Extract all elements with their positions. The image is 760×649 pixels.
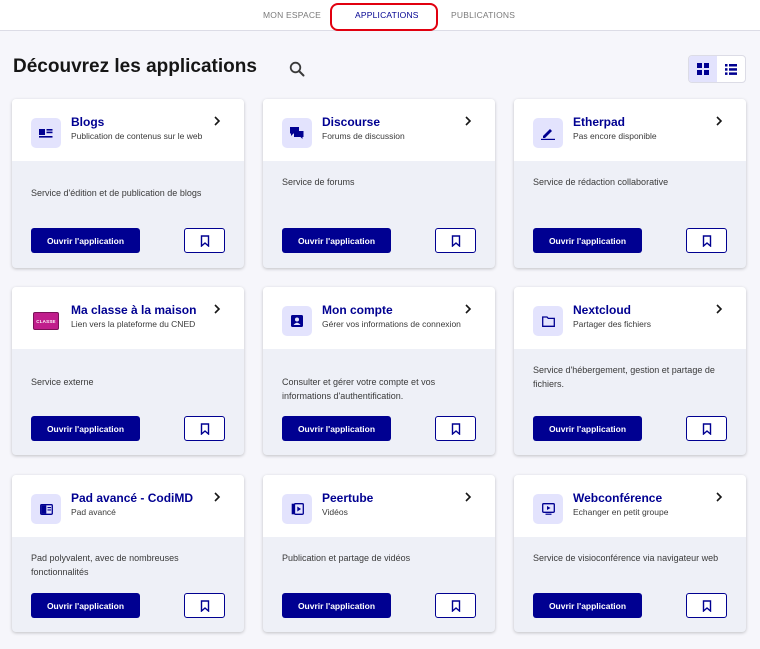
app-description: Consulter et gérer votre compte et vos i… xyxy=(282,377,436,401)
app-subtitle: Gérer vos informations de connexion xyxy=(322,319,461,329)
highlight-annotation xyxy=(330,3,438,31)
app-description: Service d'édition et de publication de b… xyxy=(31,188,202,198)
app-card: Etherpad Pas encore disponible Service d… xyxy=(514,99,746,268)
bookmark-icon xyxy=(200,422,209,435)
bookmark-icon xyxy=(200,599,209,612)
app-card: Webconférence Echanger en petit groupe S… xyxy=(514,475,746,632)
blog-icon xyxy=(31,118,61,148)
chevron-right-icon[interactable] xyxy=(463,115,473,127)
page-title: Découvrez les applications xyxy=(13,56,257,77)
bookmark-button[interactable] xyxy=(686,593,727,618)
list-icon xyxy=(725,63,737,75)
open-application-button[interactable]: Ouvrir l'application xyxy=(533,416,642,441)
app-card: Discourse Forums de discussion Service d… xyxy=(263,99,495,268)
search-icon[interactable] xyxy=(289,61,305,77)
chevron-right-icon[interactable] xyxy=(714,115,724,127)
app-title[interactable]: Mon compte xyxy=(322,303,393,317)
app-subtitle: Lien vers la plateforme du CNED xyxy=(71,319,196,329)
ma-classe-logo-icon: CLASSE xyxy=(31,306,61,336)
app-description: Service d'hébergement, gestion et partag… xyxy=(533,365,715,389)
app-title[interactable]: Nextcloud xyxy=(573,303,631,317)
bookmark-button[interactable] xyxy=(184,593,225,618)
app-card: Mon compte Gérer vos informations de con… xyxy=(263,287,495,455)
bookmark-icon xyxy=(702,234,711,247)
top-navigation: MON ESPACE APPLICATIONS PUBLICATIONS xyxy=(0,0,760,31)
bookmark-icon xyxy=(451,422,460,435)
bookmark-icon xyxy=(200,234,209,247)
bookmark-icon xyxy=(702,599,711,612)
app-subtitle: Partager des fichiers xyxy=(573,319,651,329)
app-card: Nextcloud Partager des fichiers Service … xyxy=(514,287,746,455)
bookmark-icon xyxy=(451,599,460,612)
edit-icon xyxy=(533,118,563,148)
app-title[interactable]: Peertube xyxy=(322,491,373,505)
app-title[interactable]: Etherpad xyxy=(573,115,625,129)
bookmark-icon xyxy=(702,422,711,435)
open-application-button[interactable]: Ouvrir l'application xyxy=(282,593,391,618)
open-application-button[interactable]: Ouvrir l'application xyxy=(533,228,642,253)
open-application-button[interactable]: Ouvrir l'application xyxy=(533,593,642,618)
list-view-button[interactable] xyxy=(717,56,745,82)
app-card: CLASSE Ma classe à la maison Lien vers l… xyxy=(12,287,244,455)
app-description: Service de forums xyxy=(282,177,355,187)
video-icon xyxy=(282,494,312,524)
app-subtitle: Forums de discussion xyxy=(322,131,405,141)
tab-mon-espace[interactable]: MON ESPACE xyxy=(263,10,321,20)
app-title[interactable]: Blogs xyxy=(71,115,104,129)
chevron-right-icon[interactable] xyxy=(463,303,473,315)
app-card: Pad avancé - CodiMD Pad avancé Pad polyv… xyxy=(12,475,244,632)
app-title[interactable]: Discourse xyxy=(322,115,380,129)
account-icon xyxy=(282,306,312,336)
bookmark-button[interactable] xyxy=(184,416,225,441)
forum-icon xyxy=(282,118,312,148)
open-application-button[interactable]: Ouvrir l'application xyxy=(282,416,391,441)
bookmark-button[interactable] xyxy=(686,416,727,441)
app-subtitle: Echanger en petit groupe xyxy=(573,507,669,517)
tab-publications[interactable]: PUBLICATIONS xyxy=(451,10,515,20)
app-title[interactable]: Pad avancé - CodiMD xyxy=(71,491,193,505)
app-description: Publication et partage de vidéos xyxy=(282,553,411,563)
pad-icon xyxy=(31,494,61,524)
bookmark-button[interactable] xyxy=(435,416,476,441)
app-description: Service externe xyxy=(31,377,94,387)
chevron-right-icon[interactable] xyxy=(714,491,724,503)
bookmark-button[interactable] xyxy=(686,228,727,253)
view-toggle xyxy=(688,55,746,83)
app-subtitle: Publication de contenus sur le web xyxy=(71,131,203,141)
app-title[interactable]: Ma classe à la maison xyxy=(71,303,196,317)
app-subtitle: Pad avancé xyxy=(71,507,116,517)
app-subtitle: Vidéos xyxy=(322,507,348,517)
bookmark-button[interactable] xyxy=(435,228,476,253)
grid-icon xyxy=(697,63,709,75)
chevron-right-icon[interactable] xyxy=(212,491,222,503)
app-card: Blogs Publication de contenus sur le web… xyxy=(12,99,244,268)
open-application-button[interactable]: Ouvrir l'application xyxy=(282,228,391,253)
bookmark-button[interactable] xyxy=(184,228,225,253)
app-title[interactable]: Webconférence xyxy=(573,491,662,505)
bookmark-icon xyxy=(451,234,460,247)
chevron-right-icon[interactable] xyxy=(212,115,222,127)
grid-view-button[interactable] xyxy=(689,56,717,82)
chevron-right-icon[interactable] xyxy=(463,491,473,503)
folder-icon xyxy=(533,306,563,336)
open-application-button[interactable]: Ouvrir l'application xyxy=(31,228,140,253)
app-subtitle: Pas encore disponible xyxy=(573,131,657,141)
webconference-icon xyxy=(533,494,563,524)
open-application-button[interactable]: Ouvrir l'application xyxy=(31,416,140,441)
app-description: Service de visioconférence via navigateu… xyxy=(533,553,719,563)
chevron-right-icon[interactable] xyxy=(714,303,724,315)
app-description: Pad polyvalent, avec de nombreuses fonct… xyxy=(31,553,179,577)
app-description: Service de rédaction collaborative xyxy=(533,177,669,187)
app-card: Peertube Vidéos Publication et partage d… xyxy=(263,475,495,632)
open-application-button[interactable]: Ouvrir l'application xyxy=(31,593,140,618)
bookmark-button[interactable] xyxy=(435,593,476,618)
chevron-right-icon[interactable] xyxy=(212,303,222,315)
